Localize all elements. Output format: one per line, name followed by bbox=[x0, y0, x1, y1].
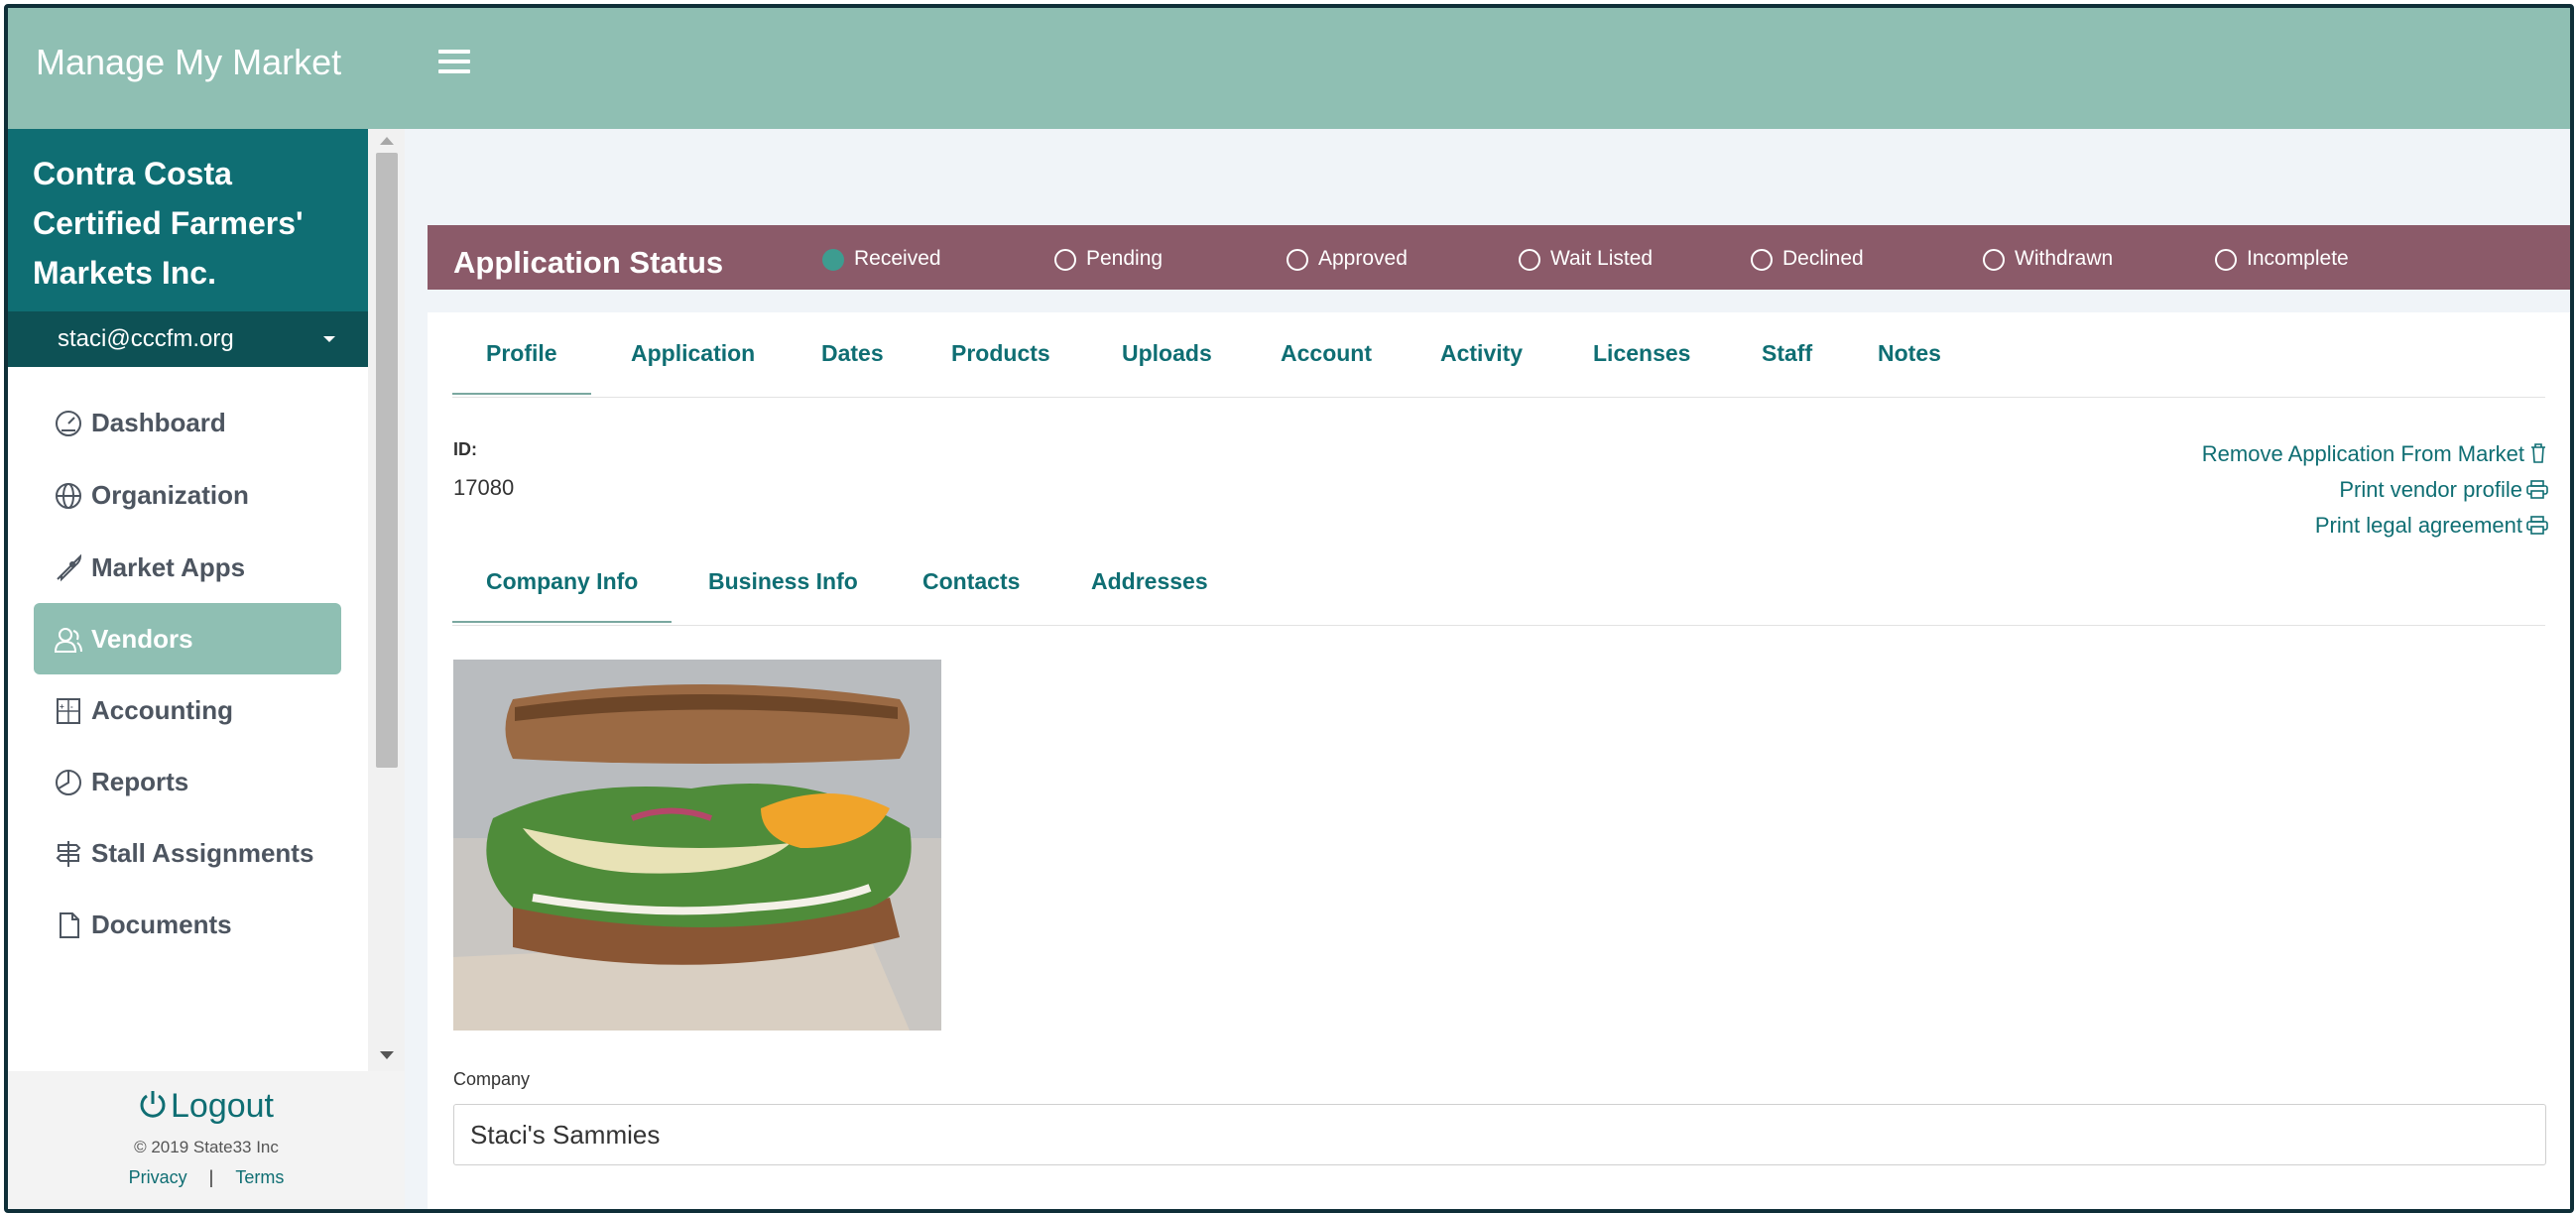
signpost-icon bbox=[56, 841, 81, 867]
users-icon bbox=[54, 628, 82, 653]
tab-activity[interactable]: Activity bbox=[1440, 340, 1523, 367]
tab-uploads[interactable]: Uploads bbox=[1122, 340, 1212, 367]
app-title: Manage My Market bbox=[36, 42, 342, 82]
subtab-contacts[interactable]: Contacts bbox=[922, 568, 1020, 595]
radio-icon bbox=[1983, 249, 2005, 271]
vendor-card: Profile Application Dates Products Uploa… bbox=[428, 312, 2570, 1209]
scroll-up-icon[interactable] bbox=[380, 137, 394, 145]
logout-button[interactable]: Logout bbox=[8, 1087, 405, 1126]
status-approved[interactable]: Approved bbox=[1287, 247, 1408, 271]
svg-text:+: + bbox=[60, 702, 64, 711]
company-input[interactable] bbox=[453, 1104, 2546, 1165]
rocket-icon bbox=[57, 553, 82, 582]
sidebar-scrollbar[interactable] bbox=[368, 129, 405, 1071]
globe-icon bbox=[56, 483, 81, 509]
copyright: © 2019 State33 Inc bbox=[134, 1138, 279, 1156]
radio-icon bbox=[2215, 249, 2237, 271]
tab-notes[interactable]: Notes bbox=[1878, 340, 1941, 367]
sidebar-item-accounting[interactable]: + - Accounting bbox=[34, 674, 341, 746]
svg-text:-: - bbox=[70, 702, 73, 711]
radio-icon bbox=[1751, 249, 1773, 271]
gauge-icon bbox=[56, 411, 81, 436]
status-received[interactable]: Received bbox=[822, 247, 941, 271]
status-incomplete[interactable]: Incomplete bbox=[2215, 247, 2349, 271]
profile-subtabs: Company Info Business Info Contacts Addr… bbox=[452, 541, 2545, 626]
sidebar-item-dashboard[interactable]: Dashboard bbox=[34, 387, 341, 458]
profile-actions: Remove Application From Market Print ven… bbox=[2202, 436, 2548, 544]
status-pending[interactable]: Pending bbox=[1054, 247, 1163, 271]
caret-down-icon bbox=[323, 336, 335, 342]
print-legal-agreement-link[interactable]: Print legal agreement bbox=[2202, 508, 2548, 544]
scroll-thumb[interactable] bbox=[376, 153, 398, 768]
radio-icon bbox=[1519, 249, 1540, 271]
subtab-addresses[interactable]: Addresses bbox=[1091, 568, 1208, 595]
tab-staff[interactable]: Staff bbox=[1762, 340, 1812, 367]
status-declined[interactable]: Declined bbox=[1751, 247, 1864, 271]
privacy-link[interactable]: Privacy bbox=[129, 1167, 187, 1187]
user-email: staci@cccfm.org bbox=[58, 325, 234, 352]
sidebar-item-vendors[interactable]: Vendors bbox=[34, 603, 341, 674]
sidebar-item-market-apps[interactable]: Market Apps bbox=[34, 532, 341, 603]
pie-chart-icon bbox=[56, 770, 81, 795]
subtab-business-info[interactable]: Business Info bbox=[708, 568, 858, 595]
tab-application[interactable]: Application bbox=[631, 340, 755, 367]
sidebar-nav: Dashboard Organization Market Apps Vendo… bbox=[8, 367, 368, 1061]
tab-licenses[interactable]: Licenses bbox=[1593, 340, 1690, 367]
printer-icon bbox=[2526, 480, 2548, 499]
power-icon bbox=[140, 1091, 166, 1118]
user-menu[interactable]: staci@cccfm.org bbox=[8, 311, 368, 367]
vendor-tabs: Profile Application Dates Products Uploa… bbox=[452, 312, 2545, 398]
status-withdrawn[interactable]: Withdrawn bbox=[1983, 247, 2113, 271]
subtab-company-info[interactable]: Company Info bbox=[452, 568, 673, 623]
sidebar-item-organization[interactable]: Organization bbox=[34, 459, 341, 531]
app-window: Manage My Market Contra Costa Certified … bbox=[4, 4, 2574, 1213]
main-content: Application Status Received Pending Appr… bbox=[405, 129, 2570, 1209]
tab-account[interactable]: Account bbox=[1281, 340, 1372, 367]
id-label: ID: bbox=[453, 439, 477, 459]
application-status-bar: Application Status Received Pending Appr… bbox=[428, 225, 2570, 290]
sidebar: Contra Costa Certified Farmers' Markets … bbox=[8, 129, 405, 1209]
status-wait-listed[interactable]: Wait Listed bbox=[1519, 247, 1653, 271]
sidebar-item-reports[interactable]: Reports bbox=[34, 746, 341, 817]
tab-profile[interactable]: Profile bbox=[452, 340, 591, 395]
sidebar-footer: Logout © 2019 State33 Inc Privacy | Terms bbox=[8, 1071, 405, 1209]
tab-products[interactable]: Products bbox=[951, 340, 1050, 367]
calculator-icon: + - bbox=[57, 698, 80, 724]
status-title: Application Status bbox=[453, 245, 724, 280]
sidebar-item-documents[interactable]: Documents bbox=[34, 889, 341, 960]
sandwich-illustration bbox=[453, 660, 941, 1031]
organization-name: Contra Costa Certified Farmers' Markets … bbox=[8, 129, 368, 311]
sidebar-item-stall-assignments[interactable]: Stall Assignments bbox=[34, 817, 341, 889]
document-icon bbox=[60, 912, 79, 938]
print-vendor-profile-link[interactable]: Print vendor profile bbox=[2202, 472, 2548, 508]
radio-icon bbox=[1054, 249, 1076, 271]
menu-toggle-icon[interactable] bbox=[438, 50, 470, 73]
tab-dates[interactable]: Dates bbox=[821, 340, 884, 367]
radio-selected-icon bbox=[822, 249, 844, 271]
remove-application-link[interactable]: Remove Application From Market bbox=[2202, 436, 2548, 472]
trash-icon bbox=[2531, 443, 2545, 463]
link-separator: | bbox=[208, 1167, 214, 1187]
scroll-down-icon[interactable] bbox=[380, 1051, 394, 1059]
id-value: 17080 bbox=[453, 475, 515, 500]
company-label: Company bbox=[453, 1069, 531, 1089]
radio-icon bbox=[1287, 249, 1308, 271]
company-logo-image bbox=[453, 660, 941, 1031]
top-bar: Manage My Market bbox=[8, 8, 2570, 129]
printer-icon bbox=[2526, 516, 2548, 535]
terms-link[interactable]: Terms bbox=[235, 1167, 284, 1187]
